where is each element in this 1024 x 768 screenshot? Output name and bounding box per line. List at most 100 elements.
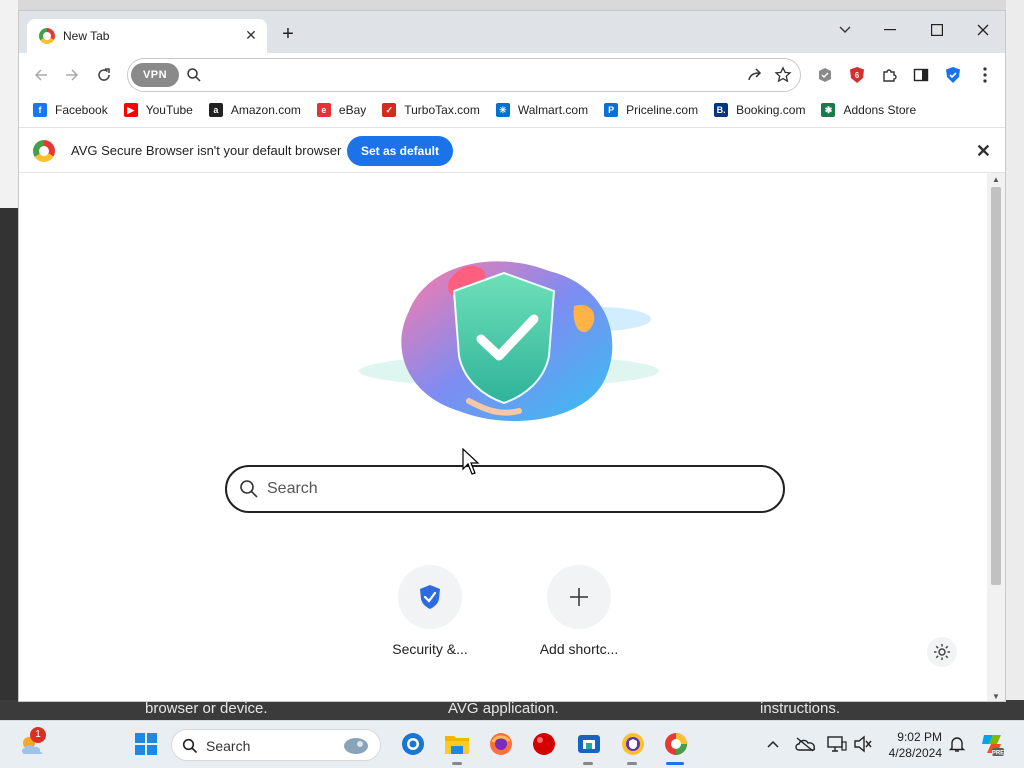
search-icon: [182, 738, 198, 759]
volume-muted-icon[interactable]: [850, 731, 876, 757]
taskbar-clock[interactable]: 9:02 PM 4/28/2024: [884, 729, 942, 761]
bookmark-label: Booking.com: [736, 103, 806, 117]
bookmark-label: Priceline.com: [626, 103, 699, 117]
avg-vpn-app-icon[interactable]: [620, 731, 646, 757]
browser-toolbar: VPN 6: [19, 53, 1005, 97]
tab-title: New Tab: [63, 29, 110, 43]
page-scrollbar[interactable]: ▲ ▼: [987, 173, 1005, 701]
walmart-icon: ✳: [495, 103, 510, 117]
ebay-icon: e: [316, 103, 331, 117]
copilot-icon[interactable]: PRE: [978, 730, 1006, 758]
bookmark-youtube[interactable]: ▶ YouTube: [123, 103, 193, 117]
desktop-background-left-dark: [0, 208, 18, 720]
bookmark-label: YouTube: [145, 103, 193, 117]
scroll-down-icon[interactable]: ▼: [992, 692, 1000, 701]
set-as-default-button[interactable]: Set as default: [347, 136, 453, 166]
show-hidden-icons-chevron-icon[interactable]: [760, 731, 786, 757]
forward-icon[interactable]: [62, 65, 82, 85]
mouse-cursor-icon: [462, 448, 480, 475]
bookmark-label: Walmart.com: [517, 103, 589, 117]
bookmark-label: eBay: [338, 103, 367, 117]
onedrive-offline-icon[interactable]: [792, 731, 818, 757]
tab-strip: New Tab ✕ +: [19, 11, 1005, 53]
youtube-icon: ▶: [123, 103, 138, 117]
bookmark-amazon-com[interactable]: a Amazon.com: [208, 103, 301, 117]
avg-shield-icon[interactable]: [943, 65, 963, 85]
bookmark-booking-com[interactable]: B. Booking.com: [714, 103, 805, 117]
running-indicator: [627, 762, 637, 765]
reload-icon[interactable]: [94, 65, 114, 85]
scrollbar-thumb[interactable]: [991, 187, 1001, 585]
bookmark-star-icon[interactable]: [774, 66, 792, 89]
share-icon[interactable]: [746, 66, 764, 89]
new-tab-search-input[interactable]: Search: [225, 465, 785, 513]
search-placeholder: Search: [267, 480, 318, 497]
svg-text:6: 6: [855, 71, 860, 80]
avg-browser-logo-icon: [33, 140, 55, 162]
clock-time: 9:02 PM: [897, 730, 942, 744]
bookmark-addons-store[interactable]: ✱ Addons Store: [821, 103, 916, 117]
menu-icon[interactable]: [975, 65, 995, 85]
close-window-button[interactable]: [969, 17, 997, 43]
new-tab-button[interactable]: +: [277, 24, 299, 46]
desktop-background-right: [1006, 0, 1024, 720]
background-text: browser or device.: [145, 700, 268, 717]
shortcut-icon-container: [547, 565, 611, 629]
bookmark-facebook[interactable]: f Facebook: [33, 103, 108, 117]
shortcut-label: Security &...: [392, 641, 468, 657]
default-browser-infobar: AVG Secure Browser isn't your default br…: [19, 127, 1005, 173]
shield-extension-icon[interactable]: [815, 65, 835, 85]
booking-icon: B.: [714, 103, 729, 117]
shortcut-security[interactable]: Security &...: [375, 565, 485, 657]
facebook-icon: f: [33, 103, 47, 117]
bookmark-ebay[interactable]: e eBay: [316, 103, 367, 117]
turbotax-icon: ✓: [382, 103, 397, 117]
bookmark-label: Addons Store: [843, 103, 917, 117]
start-button-windows-icon[interactable]: [133, 731, 159, 757]
bookmark-label: TurboTax.com: [404, 103, 480, 117]
clock-date: 4/28/2024: [888, 746, 942, 760]
shortcut-label: Add shortc...: [539, 641, 619, 657]
customize-gear-icon[interactable]: [927, 637, 957, 667]
bookmarks-bar: f Facebook ▶ YouTube a Amazon.com e eBay ✓ TurboT…: [19, 97, 1005, 123]
bookmark-walmart-com[interactable]: ✳ Walmart.com: [495, 103, 589, 117]
puzzle-extensions-icon[interactable]: [879, 65, 899, 85]
avg-browser-app-icon[interactable]: [663, 731, 689, 757]
bookmark-label: Amazon.com: [230, 103, 301, 117]
add-shortcut-button[interactable]: Add shortc...: [524, 565, 634, 657]
vpn-toggle[interactable]: VPN: [131, 63, 179, 87]
weather-notification-badge: 1: [30, 727, 46, 743]
background-text: instructions.: [760, 700, 841, 717]
running-indicator: [583, 762, 593, 765]
tab-search-dropdown-icon[interactable]: [831, 17, 859, 43]
minimize-button[interactable]: [876, 17, 904, 43]
search-icon: [186, 67, 202, 88]
store-app-icon[interactable]: [576, 731, 602, 757]
browser-app-icon[interactable]: [400, 731, 426, 757]
infobar-close-icon[interactable]: ✕: [976, 141, 991, 162]
tab-new-tab[interactable]: New Tab ✕: [27, 19, 267, 53]
browser-window: New Tab ✕ + VPN 6 f Facebook ▶ YouTube a…: [18, 10, 1006, 702]
background-text: AVG application.: [448, 700, 559, 717]
bookmark-label: Facebook: [55, 103, 108, 117]
security-shield-illustration: [359, 261, 659, 421]
notifications-bell-icon[interactable]: [944, 731, 970, 757]
scroll-up-icon[interactable]: ▲: [992, 175, 1000, 184]
tab-close-icon[interactable]: ✕: [243, 27, 259, 43]
shortcut-icon-container: [398, 565, 462, 629]
maximize-button[interactable]: [923, 17, 951, 43]
side-panel-icon[interactable]: [911, 65, 931, 85]
adblock-icon[interactable]: 6: [847, 65, 867, 85]
taskbar-search-input[interactable]: Search: [171, 729, 381, 761]
active-app-indicator: [666, 762, 684, 765]
firefox-icon[interactable]: [488, 731, 514, 757]
infobar-message: AVG Secure Browser isn't your default br…: [71, 143, 342, 158]
back-icon[interactable]: [31, 65, 51, 85]
red-ball-app-icon[interactable]: [531, 731, 557, 757]
file-explorer-icon[interactable]: [444, 731, 470, 757]
address-bar[interactable]: VPN: [127, 58, 801, 92]
bookmark-turbotax-com[interactable]: ✓ TurboTax.com: [382, 103, 480, 117]
display-network-icon[interactable]: [824, 731, 850, 757]
shield-check-icon: [420, 585, 440, 609]
bookmark-priceline-com[interactable]: P Priceline.com: [604, 103, 698, 117]
